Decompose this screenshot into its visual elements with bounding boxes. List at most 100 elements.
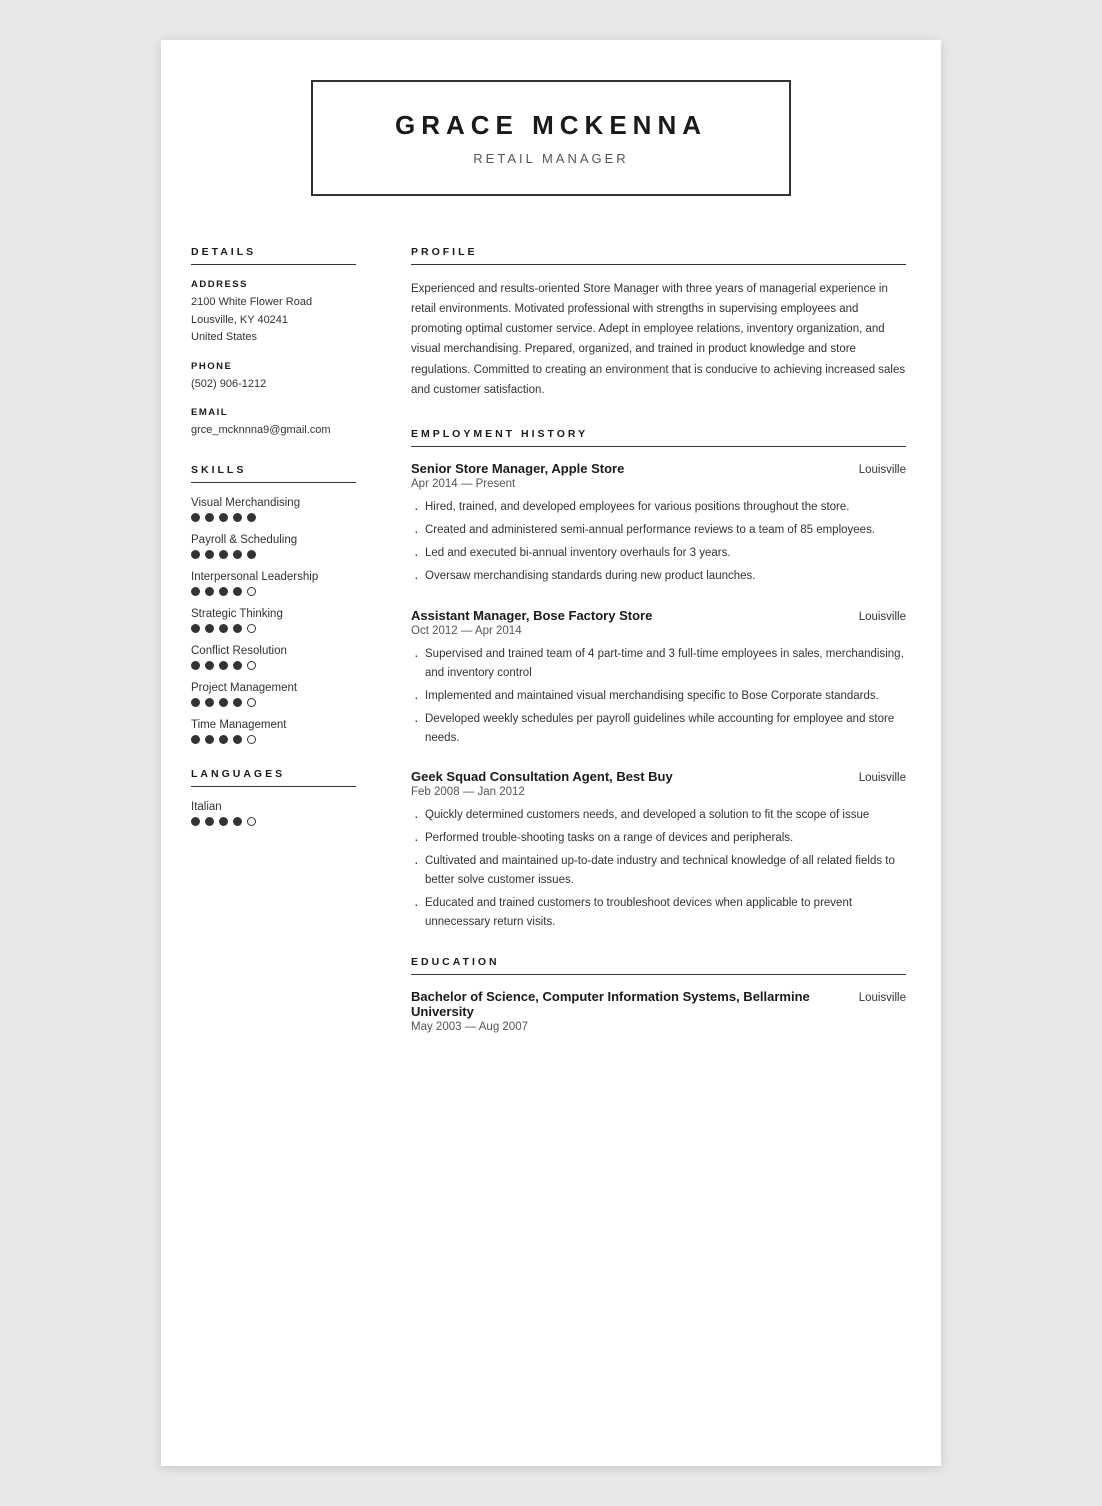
job-header-row: Assistant Manager, Bose Factory Store Lo… [411, 608, 906, 623]
dot-empty [247, 587, 256, 596]
job-entry: Assistant Manager, Bose Factory Store Lo… [411, 608, 906, 748]
dot-filled [247, 513, 256, 522]
dot-empty [247, 817, 256, 826]
skill-dots [191, 661, 356, 670]
email-value: grce_mcknnna9@gmail.com [191, 422, 356, 440]
dot-filled [205, 698, 214, 707]
skill-item: Interpersonal Leadership [191, 571, 356, 596]
dot-filled [191, 817, 200, 826]
skill-item: Visual Merchandising [191, 497, 356, 522]
dot-filled [219, 698, 228, 707]
skill-name-interpersonal: Interpersonal Leadership [191, 571, 356, 583]
bullet-item: Created and administered semi-annual per… [411, 521, 906, 540]
dot-filled [233, 661, 242, 670]
dot-filled [219, 735, 228, 744]
dot-filled [191, 587, 200, 596]
dot-filled [219, 550, 228, 559]
skill-dots [191, 698, 356, 707]
language-name: Italian [191, 801, 356, 813]
edu-dates: May 2003 — Aug 2007 [411, 1021, 906, 1033]
bullet-item: Developed weekly schedules per payroll g… [411, 710, 906, 748]
skill-dots [191, 735, 356, 744]
dot-filled [191, 550, 200, 559]
education-divider [411, 974, 906, 975]
address-label: ADDRESS [191, 279, 356, 290]
dot-filled [191, 698, 200, 707]
skill-item: Time Management [191, 719, 356, 744]
skill-item: Conflict Resolution [191, 645, 356, 670]
dot-filled [205, 624, 214, 633]
phone-value: (502) 906-1212 [191, 376, 356, 394]
edu-location: Louisville [859, 992, 906, 1004]
dot-filled [219, 661, 228, 670]
dot-filled [233, 624, 242, 633]
job-bullets: Quickly determined customers needs, and … [411, 806, 906, 932]
bullet-item: Performed trouble-shooting tasks on a ra… [411, 829, 906, 848]
skill-dots [191, 587, 356, 596]
employment-header: EMPLOYMENT HISTORY [411, 428, 906, 447]
skill-name: Payroll & Scheduling [191, 534, 356, 546]
employment-section: EMPLOYMENT HISTORY Senior Store Manager,… [411, 428, 906, 933]
dot-filled [205, 817, 214, 826]
dot-filled [219, 624, 228, 633]
job-dates: Oct 2012 — Apr 2014 [411, 625, 906, 637]
dot-empty [247, 698, 256, 707]
employment-divider [411, 446, 906, 447]
address-line2: Lousville, KY 40241 [191, 312, 356, 330]
profile-section: PROFILE Experienced and results-oriented… [411, 246, 906, 400]
job-title-text: Geek Squad Consultation Agent, Best Buy [411, 769, 673, 784]
skill-name: Time Management [191, 719, 356, 731]
language-dots [191, 817, 356, 826]
dot-empty [247, 661, 256, 670]
profile-header: PROFILE [411, 246, 906, 265]
details-label: DETAILS [191, 246, 356, 258]
main-right: PROFILE Experienced and results-oriented… [381, 226, 941, 1097]
skill-item: Project Management [191, 682, 356, 707]
dot-filled [233, 698, 242, 707]
dot-filled [205, 661, 214, 670]
skill-item: Strategic Thinking [191, 608, 356, 633]
phone-label: PHONE [191, 361, 356, 372]
address-line1: 2100 White Flower Road [191, 294, 356, 312]
resume-page: GRACE MCKENNA RETAIL MANAGER DETAILS ADD… [161, 40, 941, 1466]
dot-filled [205, 587, 214, 596]
edu-title-text: Bachelor of Science, Computer Informatio… [411, 989, 831, 1019]
dot-filled [191, 735, 200, 744]
job-bullets: Hired, trained, and developed employees … [411, 498, 906, 586]
job-bullets: Supervised and trained team of 4 part-ti… [411, 645, 906, 748]
skill-dots [191, 624, 356, 633]
header-section: GRACE MCKENNA RETAIL MANAGER [161, 40, 941, 226]
education-header: EDUCATION [411, 956, 906, 975]
job-entry: Geek Squad Consultation Agent, Best Buy … [411, 769, 906, 932]
bullet-item: Quickly determined customers needs, and … [411, 806, 906, 825]
dot-filled [191, 513, 200, 522]
job-dates: Apr 2014 — Present [411, 478, 906, 490]
profile-divider [411, 264, 906, 265]
bullet-item: Oversaw merchandising standards during n… [411, 567, 906, 586]
candidate-name: GRACE MCKENNA [373, 110, 729, 141]
bullet-item: Led and executed bi-annual inventory ove… [411, 544, 906, 563]
education-label: EDUCATION [411, 956, 906, 968]
job-dates: Feb 2008 — Jan 2012 [411, 786, 906, 798]
job-location: Louisville [859, 464, 906, 476]
bullet-item: Cultivated and maintained up-to-date ind… [411, 852, 906, 890]
skills-label: SKILLS [191, 464, 356, 476]
skill-item: Payroll & Scheduling [191, 534, 356, 559]
skill-name: Visual Merchandising [191, 497, 356, 509]
details-divider [191, 264, 356, 265]
bullet-item: Supervised and trained team of 4 part-ti… [411, 645, 906, 683]
job-title-text: Senior Store Manager, Apple Store [411, 461, 624, 476]
dot-filled [233, 550, 242, 559]
candidate-job-title: RETAIL MANAGER [373, 151, 729, 166]
skill-name-conflict: Conflict Resolution [191, 645, 356, 657]
bullet-item: Educated and trained customers to troubl… [411, 894, 906, 932]
dot-filled [219, 587, 228, 596]
job-header-row: Geek Squad Consultation Agent, Best Buy … [411, 769, 906, 784]
job-location: Louisville [859, 772, 906, 784]
languages-divider [191, 786, 356, 787]
bullet-item: Hired, trained, and developed employees … [411, 498, 906, 517]
profile-text: Experienced and results-oriented Store M… [411, 279, 906, 400]
main-content: DETAILS ADDRESS 2100 White Flower Road L… [161, 226, 941, 1097]
employment-label: EMPLOYMENT HISTORY [411, 428, 906, 440]
skill-dots [191, 550, 356, 559]
